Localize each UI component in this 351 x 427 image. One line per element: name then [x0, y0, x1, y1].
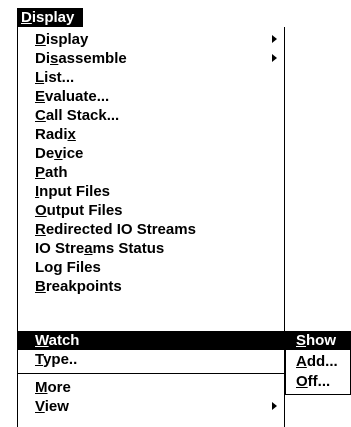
menu-item-path[interactable]: Path: [18, 163, 284, 182]
submenu-arrow-icon: [272, 54, 277, 62]
submenu-arrow-icon: [272, 35, 277, 43]
display-menu: Display Disassemble List... Evaluate... …: [17, 27, 285, 427]
menu-item-call-stack[interactable]: Call Stack...: [18, 106, 284, 125]
submenu-arrow-icon: [272, 402, 277, 410]
menu-item-view[interactable]: View: [18, 397, 284, 416]
menu-item-output-files[interactable]: Output Files: [18, 201, 284, 220]
menu-item-radix[interactable]: Radix: [18, 125, 284, 144]
menu-item-breakpoints[interactable]: Breakpoints: [18, 277, 284, 296]
menubar-display[interactable]: Display: [17, 8, 83, 27]
menu-item-device[interactable]: Device: [18, 144, 284, 163]
menu-item-more[interactable]: More: [18, 378, 284, 397]
menu-item-log-files[interactable]: Log Files: [18, 258, 284, 277]
watch-submenu-show[interactable]: Show: [286, 331, 350, 350]
menu-item-redirected-io-streams[interactable]: Redirected IO Streams: [18, 220, 284, 239]
menu-separator: [18, 373, 284, 374]
menu-item-list[interactable]: List...: [18, 68, 284, 87]
watch-submenu-off[interactable]: Off...: [286, 372, 350, 391]
menu-item-disassemble[interactable]: Disassemble: [18, 49, 284, 68]
menu-item-io-streams-status[interactable]: IO Streams Status: [18, 239, 284, 258]
menu-item-evaluate[interactable]: Evaluate...: [18, 87, 284, 106]
watch-submenu-add[interactable]: Add...: [286, 352, 350, 371]
menu-item-input-files[interactable]: Input Files: [18, 182, 284, 201]
menu-item-display[interactable]: Display: [18, 30, 284, 49]
watch-submenu: Show Add... Off...: [285, 331, 351, 395]
menu-item-watch[interactable]: Watch: [18, 331, 284, 350]
menu-item-type[interactable]: Type..: [18, 350, 284, 369]
menubar-display-label: Display: [21, 9, 75, 26]
